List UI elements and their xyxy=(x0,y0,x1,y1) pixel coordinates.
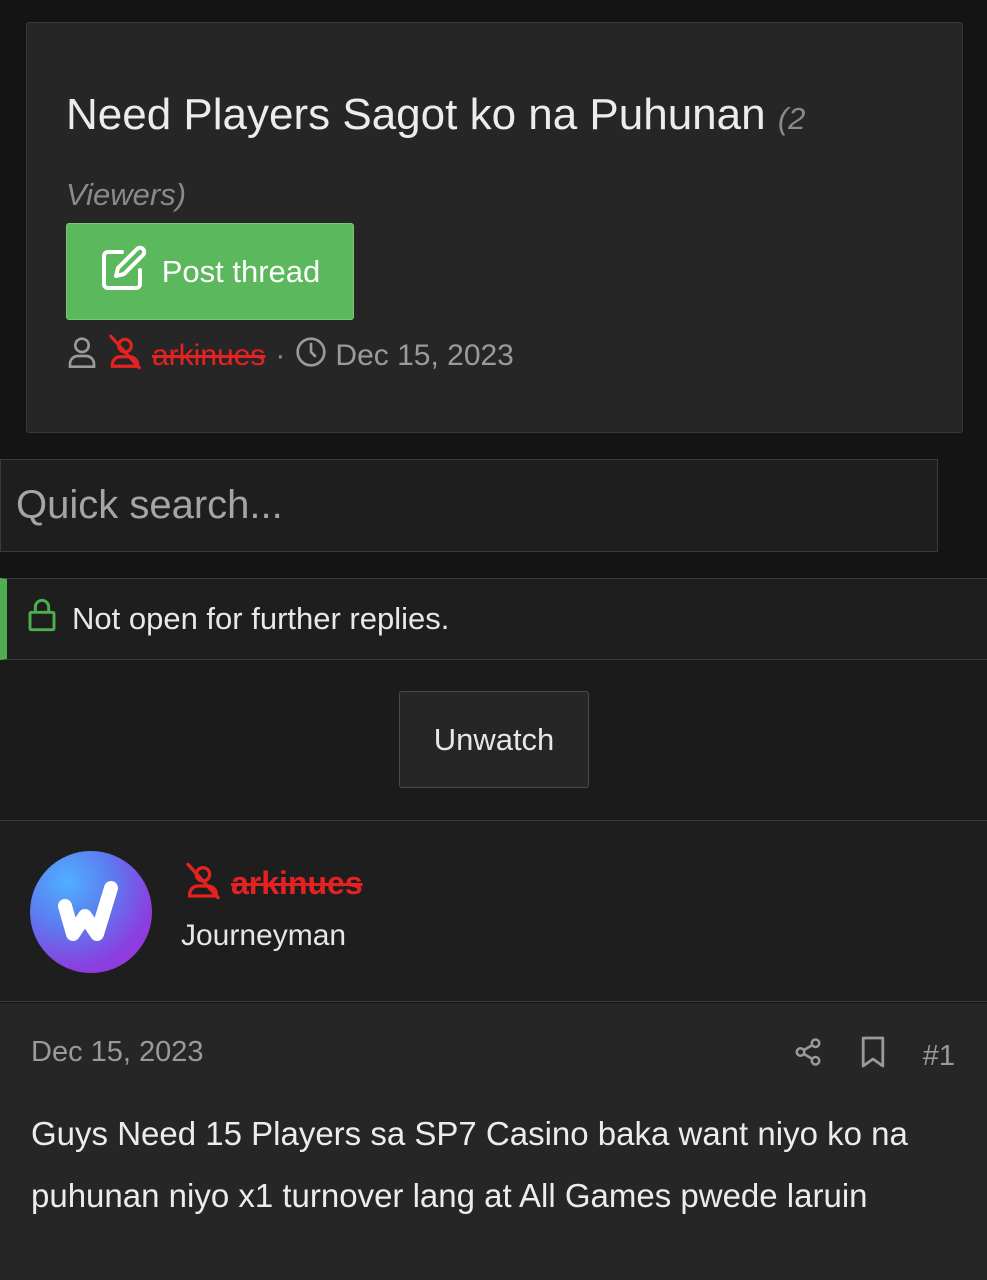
share-icon[interactable] xyxy=(793,1036,823,1076)
edit-icon xyxy=(100,244,148,300)
user-icon xyxy=(66,334,98,378)
post-user-block: arkinues Journeyman xyxy=(0,820,987,1002)
banned-user-icon xyxy=(106,333,144,379)
post-username-link[interactable]: arkinues xyxy=(231,865,363,902)
meta-separator: · xyxy=(275,339,286,372)
clock-icon xyxy=(295,336,327,376)
post-thread-button[interactable]: Post thread xyxy=(66,223,354,320)
post-text: Guys Need 15 Players sa SP7 Casino baka … xyxy=(31,1115,908,1214)
thread-date[interactable]: Dec 15, 2023 xyxy=(335,339,513,373)
post-number-link[interactable]: #1 xyxy=(923,1040,955,1073)
avatar[interactable] xyxy=(30,851,152,973)
w-logo-icon xyxy=(58,881,118,941)
thread-title-text: Need Players Sagot ko na Puhunan xyxy=(66,90,766,139)
post-username-row: arkinues xyxy=(181,861,363,906)
thread-locked-notice: Not open for further replies. xyxy=(0,578,987,660)
post-actions: #1 xyxy=(793,1035,955,1077)
user-title: Journeyman xyxy=(181,919,347,952)
bookmark-icon[interactable] xyxy=(859,1035,887,1077)
notice-text: Not open for further replies. xyxy=(72,601,450,636)
quick-search-input[interactable] xyxy=(0,459,938,552)
lock-icon xyxy=(26,597,58,641)
thread-header: Need Players Sagot ko na Puhunan (2 View… xyxy=(26,22,963,433)
thread-meta: arkinues · Dec 15, 2023 xyxy=(66,333,514,379)
post-message: Dec 15, 2023 #1 Guys Need 15 Players sa … xyxy=(0,1003,987,1280)
unwatch-button[interactable]: Unwatch xyxy=(399,691,589,788)
post-thread-label: Post thread xyxy=(161,253,321,289)
thread-author-link[interactable]: arkinues xyxy=(152,339,265,373)
thread-title: Need Players Sagot ko na Puhunan (2 View… xyxy=(66,79,886,231)
banned-user-icon xyxy=(181,861,225,906)
thread-actions: Unwatch xyxy=(0,660,987,820)
post-date[interactable]: Dec 15, 2023 xyxy=(31,1036,204,1069)
